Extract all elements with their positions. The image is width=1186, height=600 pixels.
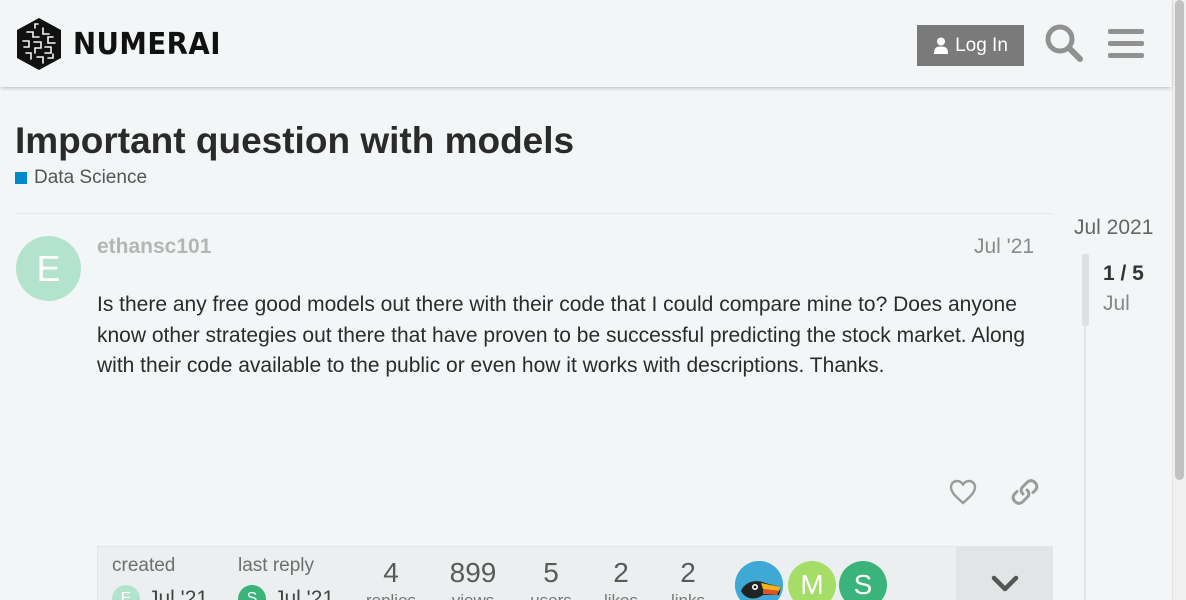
hamburger-menu-button[interactable] [1105, 22, 1147, 64]
category-badge[interactable]: Data Science [15, 167, 147, 189]
chevron-down-icon [991, 575, 1018, 592]
topic-map: created E Jul '21 last reply S Jul '21 4… [97, 546, 1053, 600]
topic-title[interactable]: Important question with models [15, 120, 574, 162]
toucan-avatar-icon [735, 561, 783, 600]
stat-label: replies [361, 591, 421, 600]
post-date[interactable]: Jul '21 [974, 235, 1034, 259]
timeline-handle[interactable] [1082, 254, 1089, 326]
last-reply-label: last reply [238, 555, 315, 576]
site-logo[interactable]: NUMERAI [15, 17, 234, 71]
stat-number: 2 [613, 557, 629, 588]
title-divider [15, 213, 1053, 214]
participant-avatar-toucan[interactable] [735, 561, 783, 600]
search-button[interactable] [1043, 22, 1085, 64]
stat-number: 2 [680, 557, 696, 588]
timeline-position: 1 / 5 [1103, 262, 1144, 285]
stat-users: 5 users [521, 557, 581, 600]
link-icon [1011, 479, 1039, 505]
share-link-button[interactable] [1007, 474, 1043, 510]
user-icon [934, 37, 949, 54]
topic-map-expand-button[interactable] [956, 547, 1053, 600]
scrollbar-thumb[interactable] [1175, 0, 1184, 480]
stat-number: 5 [543, 557, 559, 588]
page-scrollbar[interactable] [1172, 0, 1186, 600]
participant-avatar-m[interactable]: M [788, 561, 836, 600]
post-username[interactable]: ethansc101 [97, 235, 211, 259]
stat-number: 4 [383, 557, 399, 588]
created-avatar[interactable]: E [112, 585, 140, 600]
heart-icon [949, 479, 977, 505]
last-reply-date[interactable]: Jul '21 [274, 587, 334, 600]
stat-label: users [521, 591, 581, 600]
like-button[interactable] [945, 474, 981, 510]
last-reply-section: last reply S Jul '21 [238, 555, 334, 600]
numerai-logo-icon [17, 18, 61, 70]
stat-links: 2 links [660, 557, 716, 600]
category-label: Data Science [34, 167, 148, 188]
login-button[interactable]: Log In [917, 25, 1024, 66]
created-date[interactable]: Jul '21 [148, 587, 208, 600]
stat-label: likes [593, 591, 649, 600]
site-header: NUMERAI Log In [0, 0, 1172, 87]
stat-replies: 4 replies [361, 557, 421, 600]
hamburger-menu-icon [1108, 29, 1144, 58]
timeline-start-date[interactable]: Jul 2021 [1074, 216, 1153, 240]
created-section: created E Jul '21 [112, 555, 208, 600]
category-color-square [15, 172, 27, 184]
stat-likes: 2 likes [593, 557, 649, 600]
stat-label: views [443, 591, 503, 600]
timeline-month: Jul [1103, 292, 1130, 315]
created-label: created [112, 555, 176, 576]
post-body: Is there any free good models out there … [97, 293, 1026, 377]
stat-label: links [660, 591, 716, 600]
brand-name: NUMERAI [73, 26, 221, 62]
login-label: Log In [955, 34, 1008, 56]
participant-avatar-s[interactable]: S [839, 561, 887, 600]
search-icon [1045, 24, 1083, 62]
last-reply-avatar[interactable]: S [238, 585, 266, 600]
post-avatar[interactable]: E [16, 236, 81, 301]
stat-views: 899 views [443, 557, 503, 600]
stat-number: 899 [449, 557, 497, 588]
